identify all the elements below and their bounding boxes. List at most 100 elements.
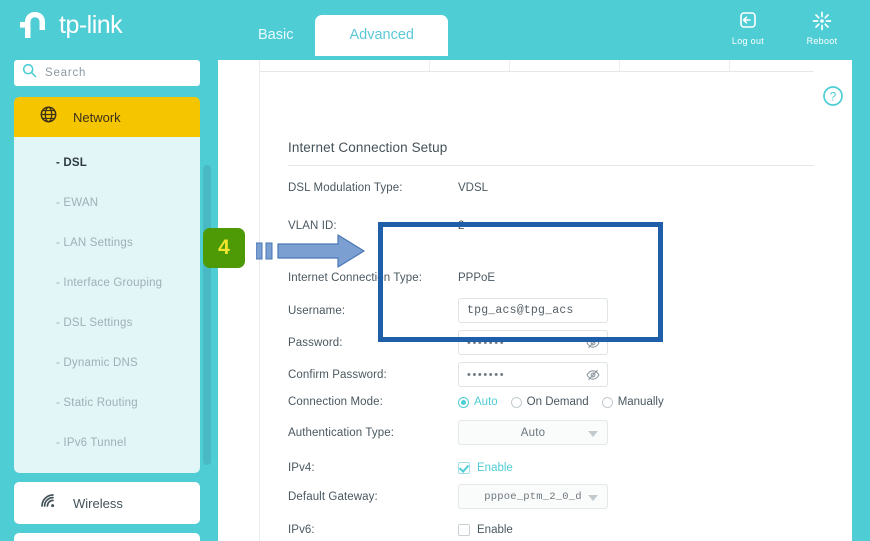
default-gateway-label: Default Gateway: bbox=[288, 490, 378, 503]
username-label: Username: bbox=[288, 304, 346, 317]
confirm-password-value: ••••••• bbox=[467, 368, 506, 381]
internet-connection-form: DSL Modulation Type: VDSL VLAN ID: 2 Int… bbox=[218, 60, 852, 541]
default-gateway-value: pppoe_ptm_2_0_d bbox=[484, 490, 582, 503]
username-value: tpg_acs@tpg_acs bbox=[467, 304, 574, 317]
ipv6-label: IPv6: bbox=[288, 524, 315, 536]
authentication-type-select[interactable]: Auto bbox=[458, 420, 608, 445]
sidebar-item-wireless-label: Wireless bbox=[73, 495, 123, 511]
brand-name: tp-link bbox=[59, 10, 123, 39]
sidebar-item-network-label: Network bbox=[73, 109, 121, 125]
row-vlan-id: VLAN ID: 2 bbox=[288, 216, 848, 236]
brand-logo[interactable]: tp-link bbox=[18, 8, 123, 42]
eye-slash-icon[interactable] bbox=[586, 336, 600, 355]
row-confirm-password: Confirm Password: ••••••• bbox=[288, 362, 848, 387]
search-icon bbox=[22, 63, 37, 83]
sidebar-scrollbar[interactable] bbox=[203, 165, 211, 465]
sidebar: Network - DSL - EWAN - LAN Settings - In… bbox=[14, 60, 200, 541]
default-gateway-select[interactable]: pppoe_ptm_2_0_d bbox=[458, 484, 608, 509]
username-input[interactable]: tpg_acs@tpg_acs bbox=[458, 298, 608, 323]
eye-slash-icon[interactable] bbox=[586, 368, 600, 387]
confirm-password-input[interactable]: ••••••• bbox=[458, 362, 608, 387]
sidebar-group-network: Network - DSL - EWAN - LAN Settings - In… bbox=[14, 97, 200, 473]
vlan-id-value: 2 bbox=[458, 220, 465, 232]
password-label: Password: bbox=[288, 336, 343, 349]
main-tabs: Basic Advanced bbox=[236, 0, 448, 56]
tab-basic[interactable]: Basic bbox=[236, 15, 315, 56]
router-admin-page: tp-link Basic Advanced Log out Reboot Se… bbox=[0, 0, 870, 541]
reboot-icon bbox=[798, 10, 846, 34]
chevron-down-icon bbox=[588, 431, 598, 437]
sidebar-item-ipv6-tunnel[interactable]: - IPv6 Tunnel bbox=[14, 423, 200, 463]
ipv6-checkbox-label: Enable bbox=[477, 524, 513, 536]
sidebar-item-dsl[interactable]: - DSL bbox=[14, 143, 200, 183]
sidebar-item-ewan[interactable]: - EWAN bbox=[14, 183, 200, 223]
sidebar-item-static-routing[interactable]: - Static Routing bbox=[14, 383, 200, 423]
header-actions: Log out Reboot bbox=[724, 10, 846, 46]
tab-advanced[interactable]: Advanced bbox=[315, 15, 448, 56]
row-username: Username: tpg_acs@tpg_acs bbox=[288, 298, 848, 323]
sidebar-item-dsl-settings[interactable]: - DSL Settings bbox=[14, 303, 200, 343]
row-dsl-modulation-type: DSL Modulation Type: VDSL bbox=[288, 178, 848, 198]
row-default-gateway: Default Gateway: pppoe_ptm_2_0_d bbox=[288, 484, 848, 509]
row-password: Password: ••••••• bbox=[288, 330, 848, 355]
question-circle-icon[interactable]: ? bbox=[822, 85, 844, 112]
wifi-icon bbox=[40, 493, 57, 513]
step-badge-4: 4 bbox=[203, 228, 245, 268]
radio-on-demand-label: On Demand bbox=[526, 396, 589, 408]
logout-label: Log out bbox=[731, 36, 765, 46]
content-panel: DSL Modulation Type: VDSL VLAN ID: 2 Int… bbox=[218, 60, 852, 541]
authentication-type-label: Authentication Type: bbox=[288, 426, 394, 439]
reboot-button[interactable]: Reboot bbox=[798, 10, 846, 46]
svg-text:?: ? bbox=[830, 90, 837, 104]
sidebar-item-interface-grouping[interactable]: - Interface Grouping bbox=[14, 263, 200, 303]
dsl-modulation-type-value: VDSL bbox=[458, 182, 489, 194]
radio-on-demand[interactable]: On Demand bbox=[510, 396, 589, 408]
password-value: ••••••• bbox=[467, 336, 506, 349]
search-input[interactable] bbox=[45, 67, 175, 79]
ipv4-label: IPv4: bbox=[288, 462, 315, 474]
radio-auto-dot bbox=[458, 396, 469, 408]
ipv4-checkbox-label: Enable bbox=[477, 462, 513, 474]
radio-manually-label: Manually bbox=[617, 396, 664, 408]
radio-manually-dot bbox=[601, 396, 613, 408]
ipv4-checkbox-box bbox=[458, 462, 470, 474]
row-ipv4: IPv4: Enable bbox=[288, 458, 848, 478]
ipv6-checkbox[interactable]: Enable bbox=[458, 524, 513, 536]
connection-mode-radio-group: Auto On Demand Manually bbox=[458, 396, 664, 408]
row-authentication-type: Authentication Type: Auto bbox=[288, 420, 848, 445]
tplink-logo-icon bbox=[18, 8, 52, 42]
ipv6-checkbox-box bbox=[458, 524, 470, 536]
row-ipv6: IPv6: Enable bbox=[288, 520, 848, 540]
row-connection-mode: Connection Mode: Auto On Demand Manually bbox=[288, 392, 848, 412]
logout-icon bbox=[724, 10, 772, 34]
sidebar-item-wireless[interactable]: Wireless bbox=[14, 482, 200, 524]
authentication-type-value: Auto bbox=[520, 426, 546, 439]
sidebar-item-next[interactable] bbox=[14, 533, 200, 541]
reboot-label: Reboot bbox=[806, 36, 838, 46]
chevron-down-icon bbox=[588, 495, 598, 501]
dsl-modulation-type-label: DSL Modulation Type: bbox=[288, 182, 403, 194]
globe-icon bbox=[40, 106, 57, 128]
logout-button[interactable]: Log out bbox=[724, 10, 772, 46]
arrow-right-icon bbox=[255, 231, 371, 276]
confirm-password-label: Confirm Password: bbox=[288, 368, 387, 381]
page-header: tp-link Basic Advanced Log out Reboot bbox=[0, 0, 870, 56]
step-badge-number: 4 bbox=[218, 236, 230, 259]
title-divider bbox=[288, 165, 848, 166]
page-title: Internet Connection Setup bbox=[288, 140, 448, 155]
sidebar-item-dynamic-dns[interactable]: - Dynamic DNS bbox=[14, 343, 200, 383]
sidebar-item-network[interactable]: Network bbox=[14, 97, 200, 137]
internet-connection-type-value: PPPoE bbox=[458, 272, 496, 284]
ipv4-checkbox[interactable]: Enable bbox=[458, 462, 513, 474]
row-internet-connection-type: Internet Connection Type: PPPoE bbox=[288, 268, 848, 288]
sidebar-subitems: - DSL - EWAN - LAN Settings - Interface … bbox=[14, 137, 200, 473]
password-input[interactable]: ••••••• bbox=[458, 330, 608, 355]
help-panel: ? bbox=[814, 60, 852, 541]
radio-auto[interactable]: Auto bbox=[458, 396, 498, 408]
radio-on-demand-dot bbox=[510, 396, 522, 408]
radio-auto-label: Auto bbox=[474, 396, 498, 408]
connection-mode-label: Connection Mode: bbox=[288, 396, 383, 408]
search-box[interactable] bbox=[14, 60, 200, 86]
sidebar-item-lan-settings[interactable]: - LAN Settings bbox=[14, 223, 200, 263]
radio-manually[interactable]: Manually bbox=[601, 396, 664, 408]
